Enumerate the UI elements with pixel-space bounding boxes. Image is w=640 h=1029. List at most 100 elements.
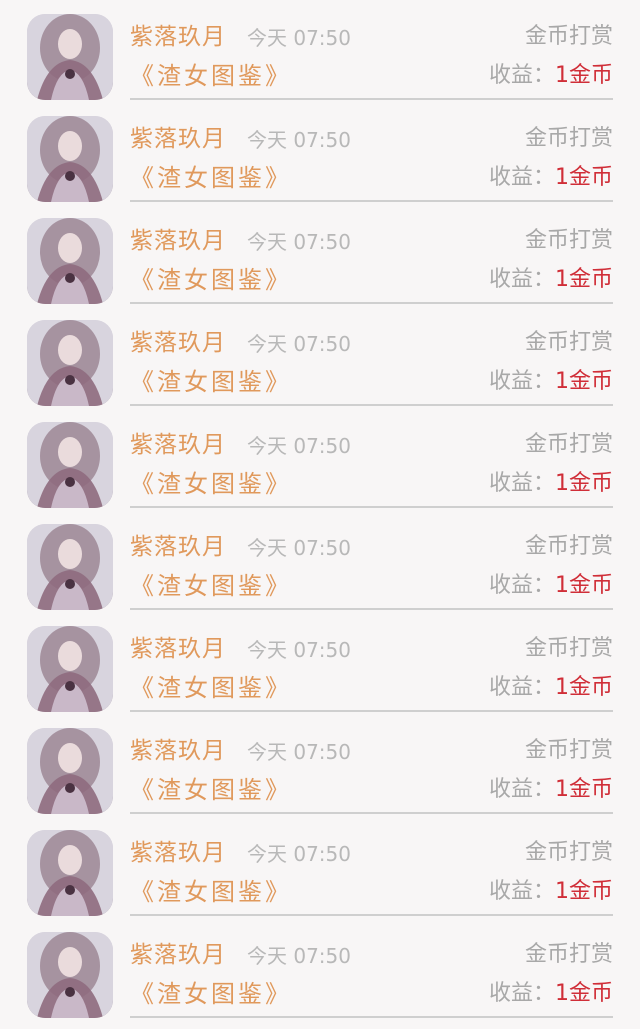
reward-record-row[interactable]: 紫落玖月 今天 07:50 金币打赏 《渣女图鉴》 收益：1金币 xyxy=(0,0,640,102)
user-name[interactable]: 紫落玖月 xyxy=(130,22,226,52)
income: 收益：1金币 xyxy=(489,775,613,805)
user-avatar[interactable] xyxy=(27,626,113,712)
income: 收益：1金币 xyxy=(489,673,613,703)
income-label: 收益： xyxy=(488,777,555,802)
reward-record-row[interactable]: 紫落玖月 今天 07:50 金币打赏 《渣女图鉴》 收益：1金币 xyxy=(0,510,640,612)
user-name[interactable]: 紫落玖月 xyxy=(130,532,226,562)
income: 收益：1金币 xyxy=(489,265,613,295)
user-name[interactable]: 紫落玖月 xyxy=(130,226,226,256)
user-avatar[interactable] xyxy=(27,218,113,304)
income-label: 收益： xyxy=(488,675,555,700)
reward-record-row[interactable]: 紫落玖月 今天 07:50 金币打赏 《渣女图鉴》 收益：1金币 xyxy=(0,408,640,510)
reward-time: 今天 07:50 xyxy=(247,944,351,968)
book-title[interactable]: 《渣女图鉴》 xyxy=(130,468,292,500)
reward-record-content: 紫落玖月 今天 07:50 金币打赏 《渣女图鉴》 收益：1金币 xyxy=(130,408,613,508)
reward-type: 金币打赏 xyxy=(524,432,613,457)
reward-record-list: 紫落玖月 今天 07:50 金币打赏 《渣女图鉴》 收益：1金币 紫落玖月 今天… xyxy=(0,0,640,1029)
reward-record-row[interactable]: 紫落玖月 今天 07:50 金币打赏 《渣女图鉴》 收益：1金币 xyxy=(0,918,640,1020)
user-name[interactable]: 紫落玖月 xyxy=(130,736,226,766)
book-title[interactable]: 《渣女图鉴》 xyxy=(130,672,292,704)
book-title[interactable]: 《渣女图鉴》 xyxy=(130,162,292,194)
reward-type: 金币打赏 xyxy=(524,738,613,763)
reward-time: 今天 07:50 xyxy=(247,842,351,866)
book-title[interactable]: 《渣女图鉴》 xyxy=(130,774,292,806)
income-label: 收益： xyxy=(488,981,555,1006)
reward-type: 金币打赏 xyxy=(524,840,613,865)
reward-time: 今天 07:50 xyxy=(247,26,351,50)
reward-record-row[interactable]: 紫落玖月 今天 07:50 金币打赏 《渣女图鉴》 收益：1金币 xyxy=(0,102,640,204)
reward-time: 今天 07:50 xyxy=(247,230,351,254)
reward-record-row[interactable]: 紫落玖月 今天 07:50 金币打赏 《渣女图鉴》 收益：1金币 xyxy=(0,612,640,714)
user-avatar[interactable] xyxy=(27,728,113,814)
user-avatar[interactable] xyxy=(27,524,113,610)
user-avatar[interactable] xyxy=(27,422,113,508)
book-title[interactable]: 《渣女图鉴》 xyxy=(130,366,292,398)
user-avatar[interactable] xyxy=(27,932,113,1018)
income-label: 收益： xyxy=(488,165,555,190)
income: 收益：1金币 xyxy=(489,367,613,397)
reward-record-row[interactable]: 紫落玖月 今天 07:50 金币打赏 《渣女图鉴》 收益：1金币 xyxy=(0,306,640,408)
reward-record-content: 紫落玖月 今天 07:50 金币打赏 《渣女图鉴》 收益：1金币 xyxy=(130,0,613,100)
reward-record-content: 紫落玖月 今天 07:50 金币打赏 《渣女图鉴》 收益：1金币 xyxy=(130,714,613,814)
book-title[interactable]: 《渣女图鉴》 xyxy=(130,978,292,1010)
reward-record-content: 紫落玖月 今天 07:50 金币打赏 《渣女图鉴》 收益：1金币 xyxy=(130,510,613,610)
reward-type: 金币打赏 xyxy=(524,636,613,661)
income-label: 收益： xyxy=(488,369,555,394)
reward-time: 今天 07:50 xyxy=(247,740,351,764)
income: 收益：1金币 xyxy=(489,877,613,907)
user-avatar[interactable] xyxy=(27,830,113,916)
avatar-image-icon xyxy=(27,422,113,508)
reward-time: 今天 07:50 xyxy=(247,536,351,560)
book-title[interactable]: 《渣女图鉴》 xyxy=(130,264,292,296)
user-name[interactable]: 紫落玖月 xyxy=(130,838,226,868)
book-title[interactable]: 《渣女图鉴》 xyxy=(130,60,292,92)
user-avatar[interactable] xyxy=(27,116,113,202)
reward-record-row[interactable]: 紫落玖月 今天 07:50 金币打赏 《渣女图鉴》 收益：1金币 xyxy=(0,816,640,918)
reward-type: 金币打赏 xyxy=(524,126,613,151)
user-avatar[interactable] xyxy=(27,14,113,100)
reward-record-content: 紫落玖月 今天 07:50 金币打赏 《渣女图鉴》 收益：1金币 xyxy=(130,918,613,1018)
reward-type: 金币打赏 xyxy=(524,534,613,559)
avatar-image-icon xyxy=(27,728,113,814)
reward-type: 金币打赏 xyxy=(524,228,613,253)
user-name[interactable]: 紫落玖月 xyxy=(130,430,226,460)
income-value: 1金币 xyxy=(555,879,613,904)
avatar-image-icon xyxy=(27,524,113,610)
avatar-image-icon xyxy=(27,626,113,712)
reward-type: 金币打赏 xyxy=(524,330,613,355)
income: 收益：1金币 xyxy=(489,469,613,499)
book-title[interactable]: 《渣女图鉴》 xyxy=(130,876,292,908)
reward-record-content: 紫落玖月 今天 07:50 金币打赏 《渣女图鉴》 收益：1金币 xyxy=(130,612,613,712)
avatar-image-icon xyxy=(27,218,113,304)
reward-type: 金币打赏 xyxy=(524,942,613,967)
income-value: 1金币 xyxy=(555,573,613,598)
income-value: 1金币 xyxy=(555,63,613,88)
reward-time: 今天 07:50 xyxy=(247,128,351,152)
reward-time: 今天 07:50 xyxy=(247,332,351,356)
income: 收益：1金币 xyxy=(489,571,613,601)
user-name[interactable]: 紫落玖月 xyxy=(130,634,226,664)
reward-record-content: 紫落玖月 今天 07:50 金币打赏 《渣女图鉴》 收益：1金币 xyxy=(130,816,613,916)
income: 收益：1金币 xyxy=(489,163,613,193)
avatar-image-icon xyxy=(27,14,113,100)
income-value: 1金币 xyxy=(555,981,613,1006)
income: 收益：1金币 xyxy=(489,979,613,1009)
reward-record-row[interactable]: 紫落玖月 今天 07:50 金币打赏 《渣女图鉴》 收益：1金币 xyxy=(0,204,640,306)
income-value: 1金币 xyxy=(555,165,613,190)
reward-record-content: 紫落玖月 今天 07:50 金币打赏 《渣女图鉴》 收益：1金币 xyxy=(130,306,613,406)
reward-record-content: 紫落玖月 今天 07:50 金币打赏 《渣女图鉴》 收益：1金币 xyxy=(130,204,613,304)
avatar-image-icon xyxy=(27,320,113,406)
avatar-image-icon xyxy=(27,116,113,202)
book-title[interactable]: 《渣女图鉴》 xyxy=(130,570,292,602)
income: 收益：1金币 xyxy=(489,61,613,91)
income-value: 1金币 xyxy=(555,471,613,496)
income-value: 1金币 xyxy=(555,267,613,292)
reward-type: 金币打赏 xyxy=(524,24,613,49)
reward-record-row[interactable]: 紫落玖月 今天 07:50 金币打赏 《渣女图鉴》 收益：1金币 xyxy=(0,714,640,816)
user-name[interactable]: 紫落玖月 xyxy=(130,328,226,358)
user-name[interactable]: 紫落玖月 xyxy=(130,124,226,154)
income-value: 1金币 xyxy=(555,777,613,802)
user-avatar[interactable] xyxy=(27,320,113,406)
income-label: 收益： xyxy=(488,573,555,598)
user-name[interactable]: 紫落玖月 xyxy=(130,940,226,970)
